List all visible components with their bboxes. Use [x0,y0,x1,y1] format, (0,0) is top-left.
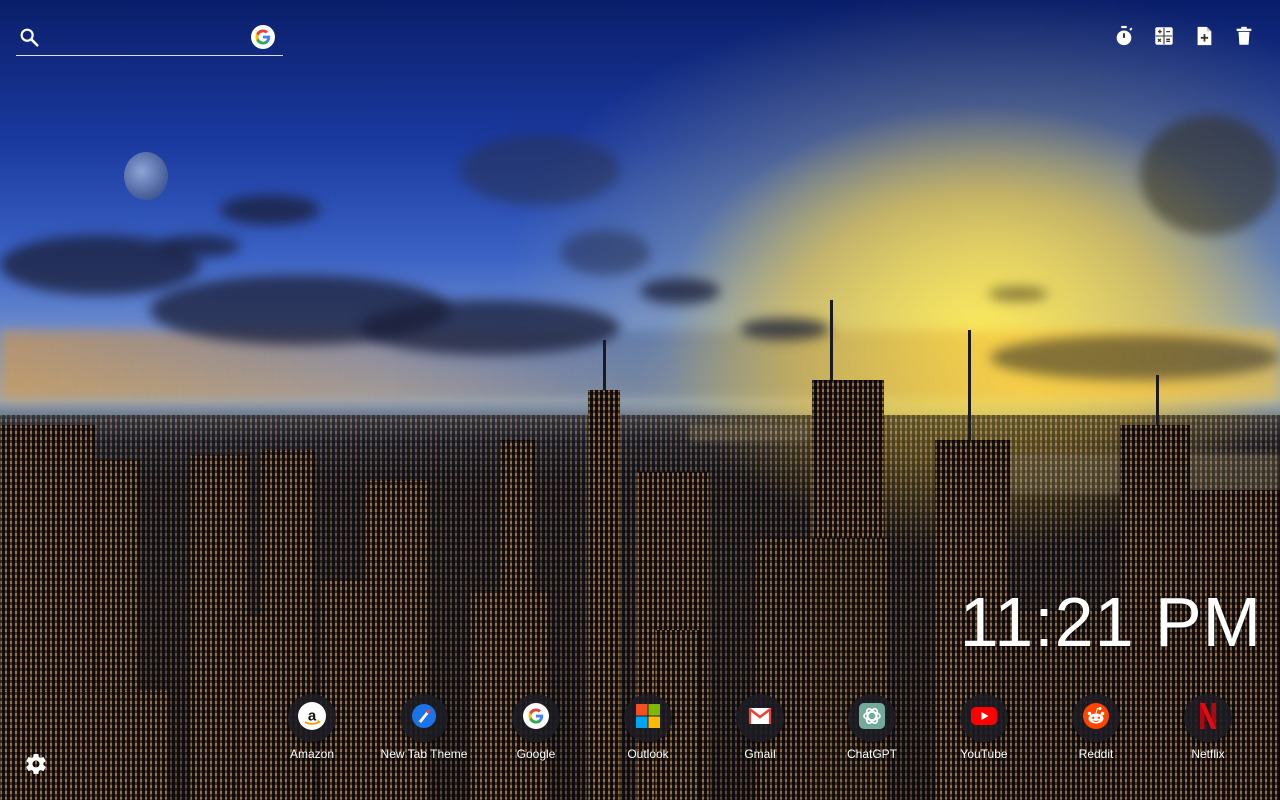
reddit-icon [1082,702,1110,735]
shortcut-chatgpt[interactable]: ChatGPT [816,694,928,761]
clock-time: 11:21 PM [959,583,1262,661]
netflix-icon [1199,702,1217,734]
shortcut-label: New Tab Theme [380,747,468,761]
shortcut-label: Netflix [1191,747,1225,761]
shortcut-label: YouTube [960,747,1008,761]
shortcut-label: Amazon [289,747,335,761]
gear-icon[interactable] [24,752,48,776]
shortcut-youtube[interactable]: YouTube [928,694,1040,761]
new-tab-theme-icon [411,703,437,734]
youtube-icon [971,706,997,730]
shortcut-bubble[interactable] [512,694,560,742]
shortcut-grid: a Amazon New Tab Theme Google Outlook Gm… [256,694,1264,761]
cloud [460,135,620,205]
chatgpt-icon [858,702,886,735]
shortcut-new-tab-theme[interactable]: New Tab Theme [368,694,480,761]
shortcut-bubble[interactable] [1072,694,1120,742]
cloud [990,335,1280,380]
shortcut-gmail[interactable]: Gmail [704,694,816,761]
moon [124,152,168,200]
search-icon[interactable] [18,26,40,48]
shortcut-google[interactable]: Google [480,694,592,761]
shortcut-label: Reddit [1078,747,1114,761]
top-toolbar [1112,24,1256,48]
search-bar [16,22,283,56]
shortcut-bubble[interactable]: a [288,694,336,742]
shortcut-bubble[interactable] [960,694,1008,742]
cloud [740,318,830,340]
shortcut-amazon[interactable]: a Amazon [256,694,368,761]
cloud [360,300,620,355]
microsoft-icon [635,703,661,734]
google-icon [522,702,550,735]
shortcut-label: Gmail [744,747,776,761]
cloud [640,278,720,304]
shortcut-label: Google [516,747,556,761]
cloud [1140,115,1280,235]
stopwatch-icon[interactable] [1112,24,1136,48]
cloud [988,287,1048,301]
shortcut-label: ChatGPT [846,747,897,761]
amazon-icon: a [297,701,327,736]
search-input[interactable] [50,24,250,54]
shortcut-label: Outlook [627,747,669,761]
cloud [160,235,240,257]
google-g-icon[interactable] [251,25,275,49]
shortcut-bubble[interactable] [624,694,672,742]
shortcut-netflix[interactable]: Netflix [1152,694,1264,761]
svg-text:a: a [308,707,317,724]
shortcut-bubble[interactable] [848,694,896,742]
shortcut-bubble[interactable] [1184,694,1232,742]
shortcut-bubble[interactable] [400,694,448,742]
shortcut-outlook[interactable]: Outlook [592,694,704,761]
cloud [560,230,650,275]
cloud [220,195,320,225]
calculator-icon[interactable] [1152,24,1176,48]
note-add-icon[interactable] [1192,24,1216,48]
gmail-icon [748,706,772,731]
trash-icon[interactable] [1232,24,1256,48]
shortcut-reddit[interactable]: Reddit [1040,694,1152,761]
shortcut-bubble[interactable] [736,694,784,742]
wallpaper-city-skyline [0,0,1280,800]
